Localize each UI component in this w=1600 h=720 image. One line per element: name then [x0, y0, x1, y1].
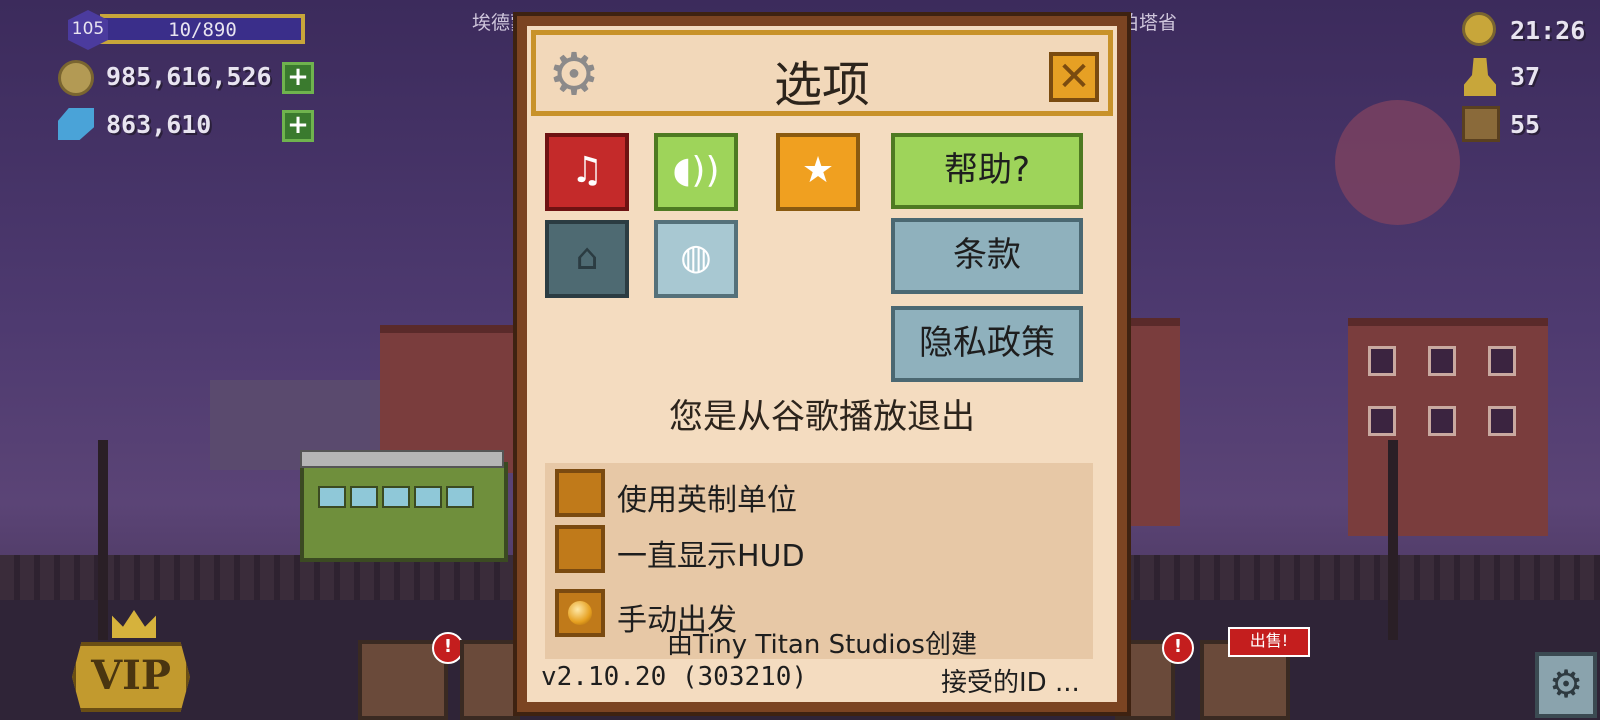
terms-button[interactable]: 条款 [891, 218, 1083, 294]
music-off-icon: ♫ [570, 150, 604, 191]
sound-icon: ◖)) [672, 150, 720, 191]
xp-text: 10/890 [168, 19, 237, 41]
utility-pole [1388, 440, 1398, 640]
crate-count: 55 [1510, 110, 1541, 139]
option-label: 一直显示HUD [617, 539, 805, 574]
clock-icon [1462, 12, 1496, 46]
music-toggle-button[interactable]: ♫ [545, 133, 629, 211]
add-gems-button[interactable]: + [282, 110, 314, 142]
terms-label: 条款 [953, 235, 1021, 275]
settings-gear-icon[interactable]: ⚙ [1535, 652, 1597, 718]
add-coins-button[interactable]: + [282, 62, 314, 94]
language-button[interactable]: ◍ [654, 220, 738, 298]
game-controller-icon: ⌂ [575, 237, 599, 278]
vip-label: VIP [91, 652, 171, 699]
help-button[interactable]: 帮助? [891, 133, 1083, 209]
close-button[interactable]: ✕ [1049, 52, 1099, 102]
utility-pole [98, 440, 108, 640]
imperial-units-checkbox[interactable] [555, 469, 605, 517]
alert-badge: ! [1162, 632, 1194, 664]
close-icon: ✕ [1057, 54, 1091, 100]
star-icon: ★ [801, 150, 835, 191]
level-text: 105 [71, 19, 105, 39]
xp-bar: 10/890 [100, 14, 305, 44]
coin-icon [58, 60, 94, 96]
version-text: v2.10.20 (303210) [541, 662, 808, 692]
chat-globe-icon: ◍ [680, 237, 712, 278]
options-dialog: ⚙ 选项 ✕ ♫ ◖)) ★ ⌂ ◍ 帮助? 条款 隐私政策 您是从谷歌播放退出… [517, 16, 1127, 712]
crate-icon [1462, 106, 1500, 142]
coin-balance: 985,616,526 [106, 62, 272, 91]
help-label: 帮助? [943, 150, 1031, 190]
google-play-status: 您是从谷歌播放退出 [669, 397, 975, 437]
gem-balance: 863,610 [106, 110, 212, 139]
game-services-button[interactable]: ⌂ [545, 220, 629, 298]
background-building [1348, 318, 1548, 536]
location-label-right: 伯塔省 [1120, 12, 1178, 34]
game-time: 21:26 [1510, 16, 1586, 45]
option-label: 使用英制单位 [617, 483, 797, 518]
studio-credit: 由Tiny Titan Studios创建 [667, 630, 977, 660]
rate-game-button[interactable]: ★ [776, 133, 860, 211]
privacy-label: 隐私政策 [919, 323, 1055, 363]
accepted-ids-link[interactable]: 接受的ID ... [941, 662, 1080, 699]
dialog-header: ⚙ 选项 ✕ [531, 30, 1113, 116]
privacy-policy-button[interactable]: 隐私政策 [891, 306, 1083, 382]
sound-toggle-button[interactable]: ◖)) [654, 133, 738, 211]
always-show-hud-checkbox[interactable] [555, 525, 605, 573]
tram-car[interactable] [300, 450, 508, 562]
sell-badge: 出售! [1228, 627, 1310, 657]
population-count: 37 [1510, 62, 1541, 91]
moon [1335, 100, 1460, 225]
dialog-title: 选项 [773, 57, 870, 113]
upgrade-button[interactable] [460, 640, 520, 720]
vip-button[interactable]: VIP [72, 642, 190, 712]
